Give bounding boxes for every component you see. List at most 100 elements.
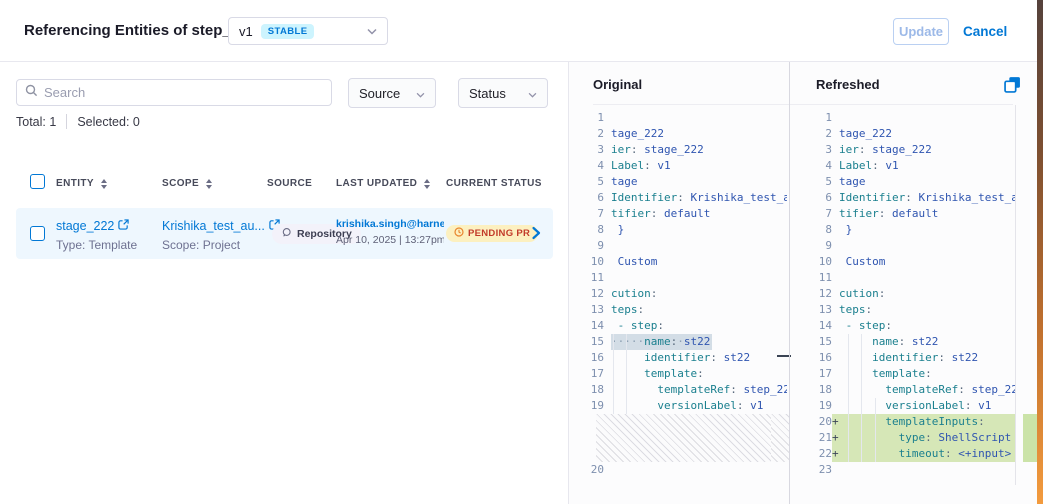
select-all-checkbox[interactable] [30, 174, 45, 189]
code-line[interactable]: 17 template: [571, 366, 789, 382]
line-number: 9 [806, 238, 832, 254]
updated-by-link[interactable]: krishika.singh@harnes... [336, 218, 444, 230]
line-number: 7 [571, 206, 604, 222]
search-input[interactable] [44, 85, 331, 100]
code-line[interactable]: 6Identifier: Krishika_test_aut [571, 190, 789, 206]
code-line[interactable]: 13teps: [806, 302, 1015, 318]
column-header-last-updated[interactable]: LAST UPDATED [336, 178, 430, 189]
column-header-scope[interactable]: SCOPE [162, 178, 212, 189]
code-line[interactable]: 18 templateRef: step_222 [571, 382, 789, 398]
code-line[interactable]: 13teps: [571, 302, 789, 318]
code-line[interactable]: 1 [806, 110, 1015, 126]
entity-cell: stage_222 Type: Template [56, 217, 137, 252]
code-line[interactable]: 7tifier: default [571, 206, 789, 222]
code-line[interactable]: 14 - step: [571, 318, 789, 334]
cancel-button[interactable]: Cancel [963, 18, 1007, 45]
code-line[interactable]: 1 [571, 110, 789, 126]
code-line[interactable]: 16 identifier: st22 [806, 350, 1015, 366]
code-line[interactable]: 19 versionLabel: v1 [806, 398, 1015, 414]
code-line[interactable]: 9 [806, 238, 1015, 254]
code-line[interactable]: 14 - step: [806, 318, 1015, 334]
indent-guide [848, 334, 849, 462]
code-line[interactable]: 15·····name:·st22 [571, 334, 789, 350]
code-line[interactable]: 10 Custom [806, 254, 1015, 270]
line-number: 18 [806, 382, 832, 398]
code-line[interactable]: 3ier: stage_222 [806, 142, 1015, 158]
code-line[interactable]: 11 [806, 270, 1015, 286]
code-line[interactable]: 18 templateRef: step_222 [806, 382, 1015, 398]
search-icon [25, 84, 38, 102]
code-line[interactable]: 8 } [806, 222, 1015, 238]
code-line[interactable]: 9 [571, 238, 789, 254]
source-filter-label: Source [359, 86, 400, 101]
code-line[interactable]: 20 [571, 462, 789, 478]
code-line[interactable]: 22+ timeout: <+input> [806, 446, 1015, 462]
line-number: 16 [571, 350, 604, 366]
line-number: 4 [571, 158, 604, 174]
scope-link[interactable]: Krishika_test_au... [162, 219, 280, 233]
status-filter[interactable]: Status [458, 78, 548, 108]
repository-icon [281, 227, 292, 241]
code-line[interactable]: 5tage [806, 174, 1015, 190]
sort-icon[interactable] [424, 179, 430, 189]
column-header-source: SOURCE [267, 178, 312, 189]
chevron-down-icon [416, 86, 425, 101]
copy-icon[interactable] [1004, 76, 1022, 94]
chevron-right-icon[interactable] [530, 226, 542, 245]
code-line[interactable]: 17 template: [806, 366, 1015, 382]
refreshed-code-editor[interactable]: 12tage_2223ier: stage_2224Label: v15tage… [806, 110, 1015, 494]
row-checkbox[interactable] [30, 226, 45, 241]
line-number: 12 [571, 286, 604, 302]
code-line[interactable]: 4Label: v1 [571, 158, 789, 174]
code-line[interactable]: 19 versionLabel: v1 [571, 398, 789, 414]
entity-link[interactable]: stage_222 [56, 219, 129, 233]
code-line[interactable]: 2tage_222 [571, 126, 789, 142]
sort-icon[interactable] [206, 179, 212, 189]
clock-icon [454, 227, 464, 240]
line-number: 8 [571, 222, 604, 238]
code-line[interactable]: 8 } [571, 222, 789, 238]
line-number: 23 [806, 462, 832, 478]
code-line[interactable]: 10 Custom [571, 254, 789, 270]
line-number: 15 [571, 334, 604, 350]
original-panel-title: Original [593, 77, 642, 92]
code-line[interactable]: 20+ templateInputs: [806, 414, 1015, 430]
code-line[interactable]: 12cution: [806, 286, 1015, 302]
line-number: 3 [806, 142, 832, 158]
column-header-entity[interactable]: ENTITY [56, 178, 107, 189]
code-line[interactable]: 2tage_222 [806, 126, 1015, 142]
source-filter[interactable]: Source [348, 78, 436, 108]
code-line[interactable]: 7tifier: default [806, 206, 1015, 222]
result-counts: Total: 1 Selected: 0 [16, 114, 140, 129]
indent-guide [861, 334, 862, 462]
code-line[interactable]: 12cution: [571, 286, 789, 302]
code-line[interactable]: 5tage [571, 174, 789, 190]
code-line[interactable]: 16 identifier: st22 [571, 350, 789, 366]
line-number: 17 [571, 366, 604, 382]
code-line[interactable]: 23 [806, 462, 1015, 478]
line-number: 12 [806, 286, 832, 302]
scope-detail: Scope: Project [162, 238, 280, 252]
code-line[interactable]: 4Label: v1 [806, 158, 1015, 174]
original-code-editor[interactable]: 12tage_2223ier: stage_2224Label: v15tage… [571, 110, 789, 494]
line-number: 19 [571, 398, 604, 414]
line-number: 14 [571, 318, 604, 334]
diff-sash[interactable] [789, 62, 790, 504]
line-number: 14 [806, 318, 832, 334]
code-line[interactable]: 6Identifier: Krishika_test_aut [806, 190, 1015, 206]
code-line[interactable]: 3ier: stage_222 [571, 142, 789, 158]
line-number: 21 [806, 430, 832, 446]
counts-divider [66, 114, 67, 129]
code-line[interactable]: 21+ type: ShellScript [806, 430, 1015, 446]
code-line[interactable]: 15 name: st22 [806, 334, 1015, 350]
selected-count: Selected: 0 [77, 115, 140, 129]
page-title: Referencing Entities of step_222 [24, 22, 256, 39]
sort-icon[interactable] [101, 179, 107, 189]
indent-guide [613, 334, 614, 414]
table-row[interactable]: stage_222 Type: Template Krishika_test_a… [16, 208, 553, 259]
chevron-down-icon [367, 22, 377, 40]
update-button[interactable]: Update [893, 18, 949, 45]
diff-viewer: Original Refreshed 12tage_2223ier: stage… [568, 62, 1043, 504]
version-selector[interactable]: v1 STABLE [228, 17, 388, 45]
code-line[interactable]: 11 [571, 270, 789, 286]
